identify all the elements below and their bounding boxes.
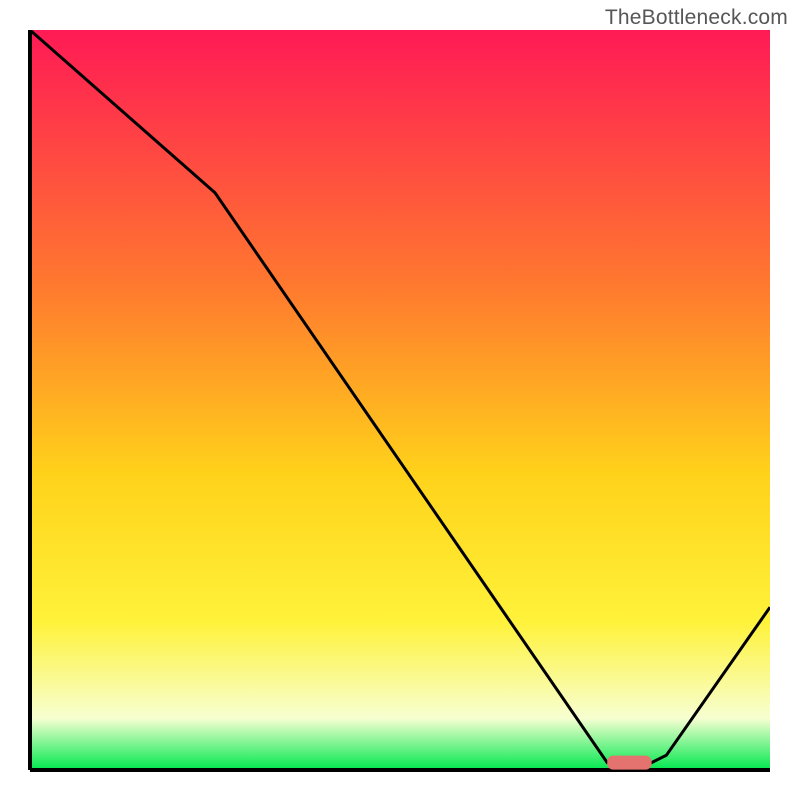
bottleneck-chart [0, 0, 800, 800]
watermark-text: TheBottleneck.com [605, 6, 788, 30]
optimal-marker [607, 756, 651, 770]
plot-background [30, 30, 770, 770]
chart-container: TheBottleneck.com [0, 0, 800, 800]
